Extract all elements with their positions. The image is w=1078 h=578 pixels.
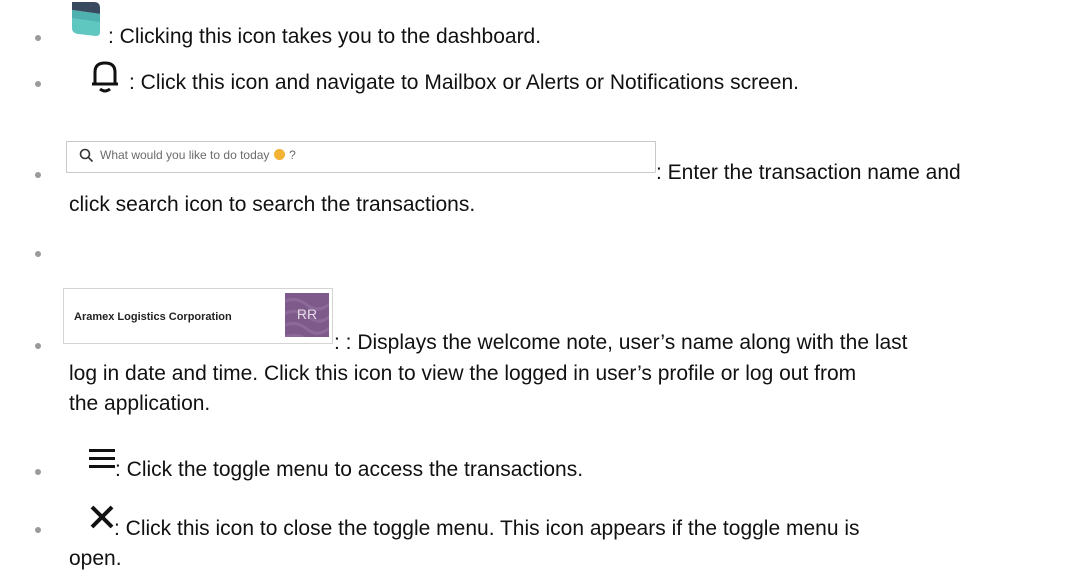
avatar[interactable]: RR [285, 293, 329, 337]
bullet [35, 469, 41, 475]
profile-description-line2: log in date and time. Click this icon to… [69, 362, 857, 385]
user-profile-badge[interactable]: Aramex Logistics Corporation RR [63, 288, 333, 344]
bullet [35, 81, 41, 87]
close-icon[interactable] [90, 505, 114, 529]
dashboard-icon[interactable] [64, 0, 108, 40]
close-description-line1: : Click this icon to close the toggle me… [114, 517, 860, 540]
search-icon[interactable] [79, 148, 94, 163]
search-placeholder: What would you like to do today ? [100, 148, 296, 162]
bullet [35, 251, 41, 257]
avatar-initials: RR [296, 306, 318, 322]
smiley-icon [273, 149, 285, 160]
org-name: Aramex Logistics Corporation [74, 311, 232, 323]
profile-description-line3: the application. [69, 392, 211, 415]
search-description-line1: : Enter the transaction name and [656, 161, 961, 184]
bullet [35, 343, 41, 349]
menu-description: : Click the toggle menu to access the tr… [115, 458, 584, 481]
bullet [35, 172, 41, 178]
bullet [35, 35, 41, 41]
hamburger-menu-icon[interactable] [89, 448, 115, 470]
profile-description-line1: : : Displays the welcome note, user’s na… [334, 331, 908, 354]
search-description-line2: click search icon to search the transact… [69, 193, 476, 216]
bell-icon[interactable] [90, 60, 120, 94]
close-description-line2: open. [69, 547, 122, 570]
search-input[interactable]: What would you like to do today ? [66, 141, 656, 173]
dashboard-description: : Clicking this icon takes you to the da… [108, 25, 542, 48]
bullet [35, 527, 41, 533]
bell-description: : Click this icon and navigate to Mailbo… [129, 71, 799, 94]
